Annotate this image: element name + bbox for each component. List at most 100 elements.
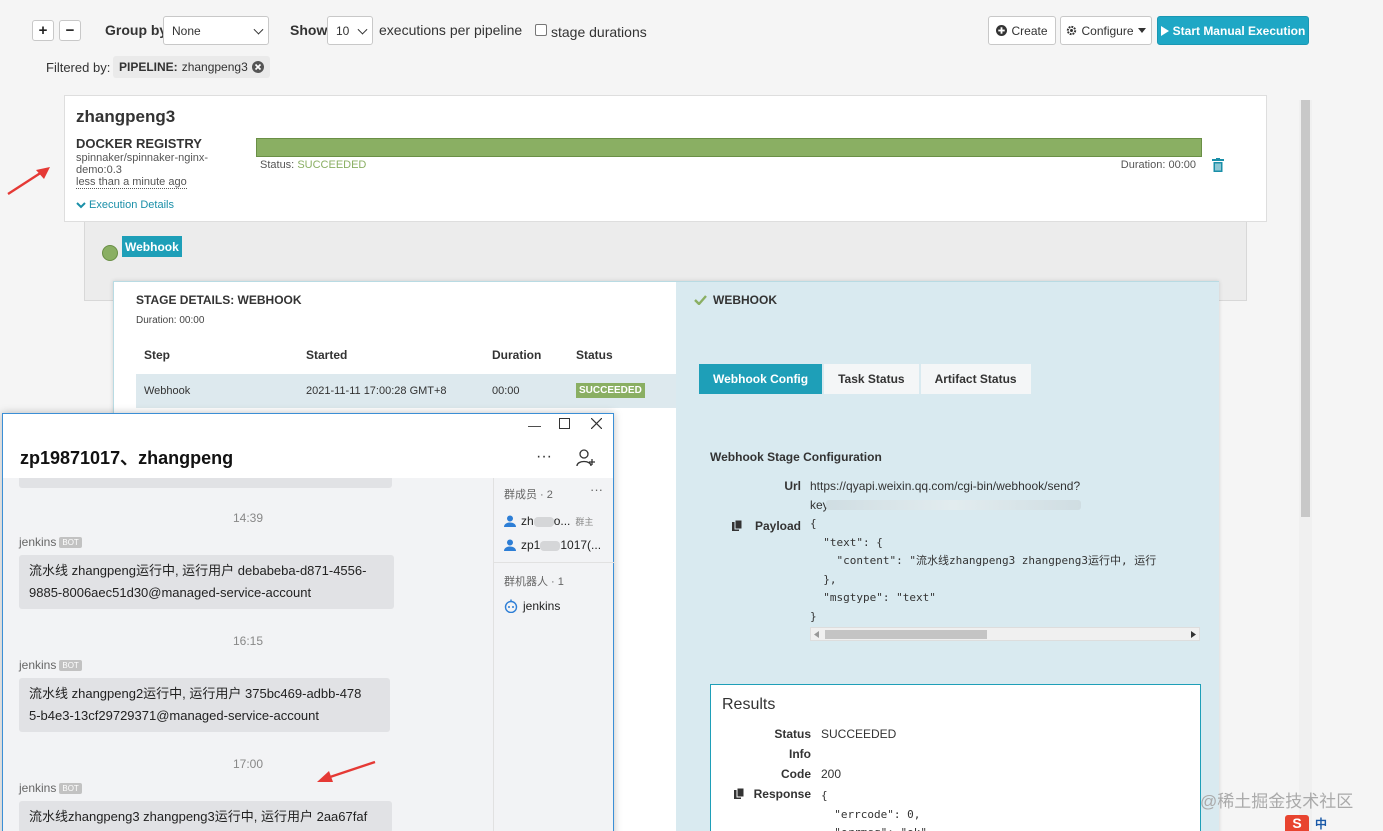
create-button[interactable]: Create — [988, 16, 1056, 45]
payload-label: Payload — [754, 519, 801, 533]
chevron-down-icon — [76, 201, 86, 208]
message-line: 9885-8006aec51d30@managed-service-accoun… — [29, 585, 312, 600]
bots-header: 群机器人 · 1 — [504, 576, 564, 588]
bot-badge: BOT — [59, 782, 82, 794]
collapse-all-button[interactable]: − — [59, 20, 81, 41]
copy-icon[interactable] — [734, 788, 744, 799]
execution-duration: Duration: 00:00 — [1120, 159, 1196, 171]
result-info-label: Info — [789, 747, 811, 761]
bot-badge: BOT — [59, 659, 82, 671]
bot-badge: BOT — [59, 536, 82, 548]
message-sender: jenkins BOT — [19, 658, 82, 672]
payload-scrollbar[interactable] — [810, 627, 1200, 641]
scrollbar-thumb[interactable] — [825, 630, 987, 639]
ime-language[interactable]: 中 — [1315, 815, 1327, 831]
add-member-icon[interactable] — [576, 448, 596, 468]
group-by-value: None — [172, 23, 201, 38]
chevron-down-icon — [253, 24, 264, 35]
start-manual-label: Start Manual Execution — [1172, 23, 1306, 38]
url-value: https://qyapi.weixin.qq.com/cgi-bin/webh… — [810, 479, 1081, 493]
execution-progress-bar[interactable] — [256, 138, 1202, 157]
group-by-label: Group by — [105, 22, 168, 38]
plus-circle-icon — [996, 25, 1008, 36]
more-icon[interactable]: ··· — [536, 448, 552, 466]
tab-webhook-config[interactable]: Webhook Config — [699, 364, 823, 394]
message-sender: jenkins BOT — [19, 535, 82, 549]
member-role: 群主 — [575, 516, 594, 527]
close-icon[interactable] — [590, 417, 603, 432]
column-header-started: Started — [306, 348, 348, 362]
page-scrollbar-thumb[interactable] — [1301, 100, 1310, 517]
trigger-type: DOCKER REGISTRY — [76, 136, 202, 151]
stage-status-dot[interactable] — [102, 245, 118, 261]
stage-durations-label: stage durations — [551, 24, 647, 40]
play-icon — [1160, 25, 1169, 36]
status-value: SUCCEEDED — [297, 159, 367, 171]
result-code-label: Code — [781, 767, 811, 781]
step-duration: 00:00 — [492, 385, 520, 397]
tab-artifact-status[interactable]: Artifact Status — [920, 364, 1031, 394]
filter-value: zhangpeng3 — [181, 60, 248, 74]
step-name: Webhook — [144, 385, 191, 397]
pipeline-name: zhangpeng3 — [76, 107, 176, 126]
trash-icon[interactable] — [1212, 158, 1224, 172]
page-scrollbar[interactable] — [1299, 100, 1312, 831]
group-by-select[interactable]: None — [163, 16, 269, 45]
result-response-label: Response — [753, 787, 811, 801]
status-label: Status: — [260, 159, 295, 171]
members-header: 群成员 · 2 — [504, 489, 553, 501]
message-time: 16:15 — [233, 634, 264, 648]
robot-icon — [504, 599, 518, 613]
bot-name: jenkins — [523, 599, 561, 613]
annotation-arrow-icon — [7, 167, 50, 196]
create-label: Create — [1011, 23, 1048, 38]
stage-chip-webhook[interactable]: Webhook — [122, 236, 182, 257]
scroll-left-icon[interactable] — [814, 631, 819, 638]
message-bubble[interactable]: 流水线zhangpeng3 zhangpeng3运行中, 运行用户 2aa67f… — [19, 801, 392, 831]
trigger-time: less than a minute ago — [76, 176, 187, 189]
filter-key: PIPELINE: — [119, 60, 178, 74]
chat-sidebar: 群成员 · 2 ··· zh o... 群主 zp1 1017(... 群机器人 ·… — [493, 478, 614, 831]
message-bubble[interactable]: 流水线 zhangpeng运行中, 运行用户 debabeba-d871-455… — [19, 555, 394, 609]
execution-details-label: Execution Details — [89, 199, 174, 211]
minimize-icon[interactable]: — — [528, 418, 541, 433]
member-item[interactable]: zh o... 群主 — [504, 514, 593, 528]
execution-details-link[interactable]: Execution Details — [76, 199, 174, 211]
ime-logo[interactable]: S — [1285, 815, 1309, 831]
member-item[interactable]: zp1 1017(... — [504, 538, 601, 552]
members-more-icon[interactable]: ··· — [590, 482, 603, 497]
sender-name: jenkins — [19, 535, 57, 549]
tab-task-status[interactable]: Task Status — [824, 364, 919, 394]
message-sender: jenkins BOT — [19, 781, 82, 795]
scroll-right-icon[interactable] — [1191, 631, 1196, 638]
user-icon — [504, 539, 516, 551]
per-pipeline-label: executions per pipeline — [379, 22, 523, 38]
message-bubble[interactable]: 流水线 zhangpeng2运行中, 运行用户 375bc469-adbb-47… — [19, 678, 390, 732]
execution-card: zhangpeng3 DOCKER REGISTRY spinnaker/spi… — [64, 95, 1267, 222]
show-count-select[interactable]: 10 — [327, 16, 373, 45]
show-label: Show — [290, 22, 328, 38]
message-line: 流水线zhangpeng3 zhangpeng3运行中, 运行用户 2aa67f… — [29, 809, 368, 824]
expand-all-button[interactable]: + — [32, 20, 54, 41]
url-redacted — [826, 500, 1081, 510]
show-count-value: 10 — [336, 23, 350, 38]
gear-icon — [1067, 25, 1077, 36]
filter-tag[interactable]: PIPELINE: zhangpeng3 — [113, 56, 270, 78]
annotation-arrow-icon — [317, 760, 376, 782]
stage-durations-checkbox[interactable] — [535, 24, 547, 36]
configure-button[interactable]: Configure — [1060, 16, 1152, 45]
maximize-icon[interactable] — [559, 417, 570, 432]
chat-messages: 14:39 jenkins BOT 流水线 zhangpeng运行中, 运行用户… — [3, 478, 493, 831]
column-header-step: Step — [144, 348, 171, 362]
start-manual-execution-button[interactable]: Start Manual Execution — [1157, 16, 1309, 45]
url-label: Url — [784, 479, 801, 493]
stage-details-title: STAGE DETAILS: WEBHOOK — [136, 293, 302, 307]
copy-icon[interactable] — [732, 520, 742, 531]
bot-item[interactable]: jenkins — [504, 599, 560, 613]
check-icon — [694, 295, 707, 305]
result-code-value: 200 — [821, 767, 842, 781]
filtered-by-label: Filtered by: — [46, 60, 111, 75]
remove-filter-icon[interactable] — [251, 61, 264, 73]
ime-toolbar[interactable]: S 中 — [1285, 815, 1383, 831]
message-line: 流水线 zhangpeng2运行中, 运行用户 375bc469-adbb-47… — [29, 686, 362, 701]
